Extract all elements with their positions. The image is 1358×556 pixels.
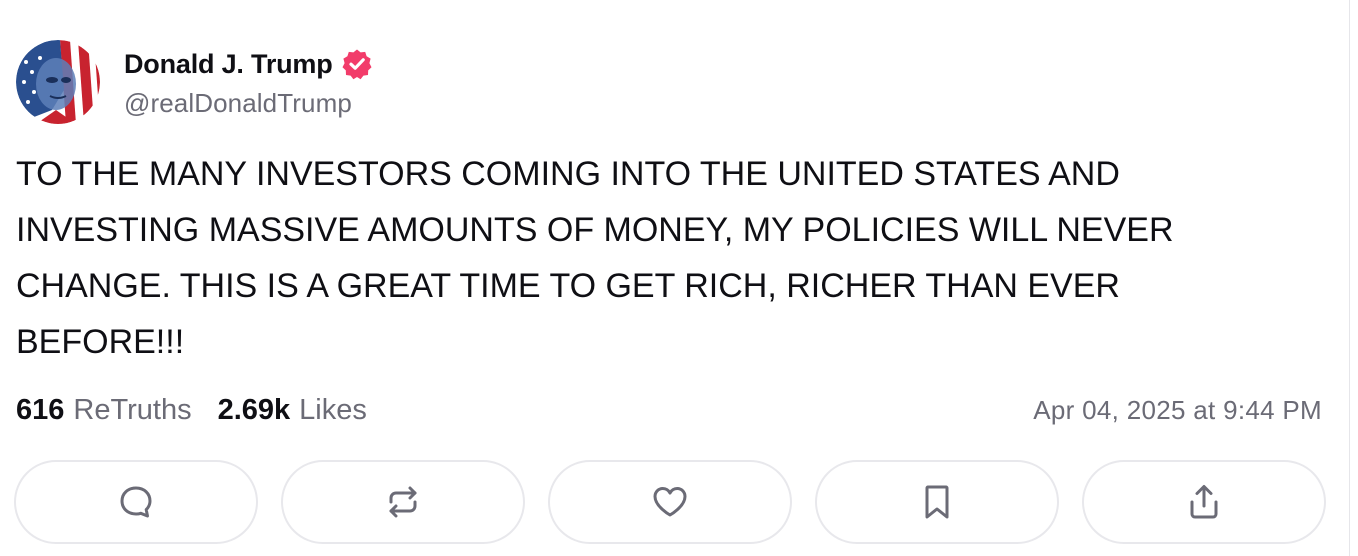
post-header: Donald J. Trump @realDonaldTrump (16, 40, 373, 126)
post-card: Donald J. Trump @realDonaldTrump TO THE … (0, 0, 1342, 556)
retruth-icon (389, 486, 417, 518)
action-bar (14, 460, 1326, 548)
bookmark-icon (925, 485, 949, 519)
display-name[interactable]: Donald J. Trump (124, 49, 333, 80)
post-text: TO THE MANY INVESTORS COMING INTO THE UN… (16, 155, 1174, 361)
like-button[interactable] (548, 460, 792, 544)
bookmark-button[interactable] (815, 460, 1059, 544)
scrollbar-track (1349, 0, 1358, 556)
post-timestamp[interactable]: Apr 04, 2025 at 9:44 PM (1033, 395, 1322, 426)
reply-button[interactable] (14, 460, 258, 544)
retruths-count: 616 (16, 393, 65, 426)
avatar-image (16, 40, 100, 124)
share-icon (1190, 485, 1218, 519)
reply-icon (120, 486, 152, 518)
retruth-button[interactable] (281, 460, 525, 544)
author-names: Donald J. Trump @realDonaldTrump (124, 46, 373, 119)
retruths-label: ReTruths (73, 393, 192, 426)
post-stats: 616 ReTruths 2.69k Likes Apr 04, 2025 at… (16, 388, 1322, 432)
likes-label: Likes (299, 393, 367, 426)
retruths-stat[interactable]: 616 ReTruths (16, 394, 192, 427)
author-handle[interactable]: @realDonaldTrump (124, 88, 373, 119)
share-button[interactable] (1082, 460, 1326, 544)
avatar[interactable] (16, 40, 100, 124)
display-name-row: Donald J. Trump (124, 46, 373, 82)
heart-icon (653, 487, 687, 517)
likes-stat[interactable]: 2.69k Likes (218, 394, 367, 427)
likes-count: 2.69k (217, 393, 291, 426)
verified-badge-icon (341, 48, 373, 80)
